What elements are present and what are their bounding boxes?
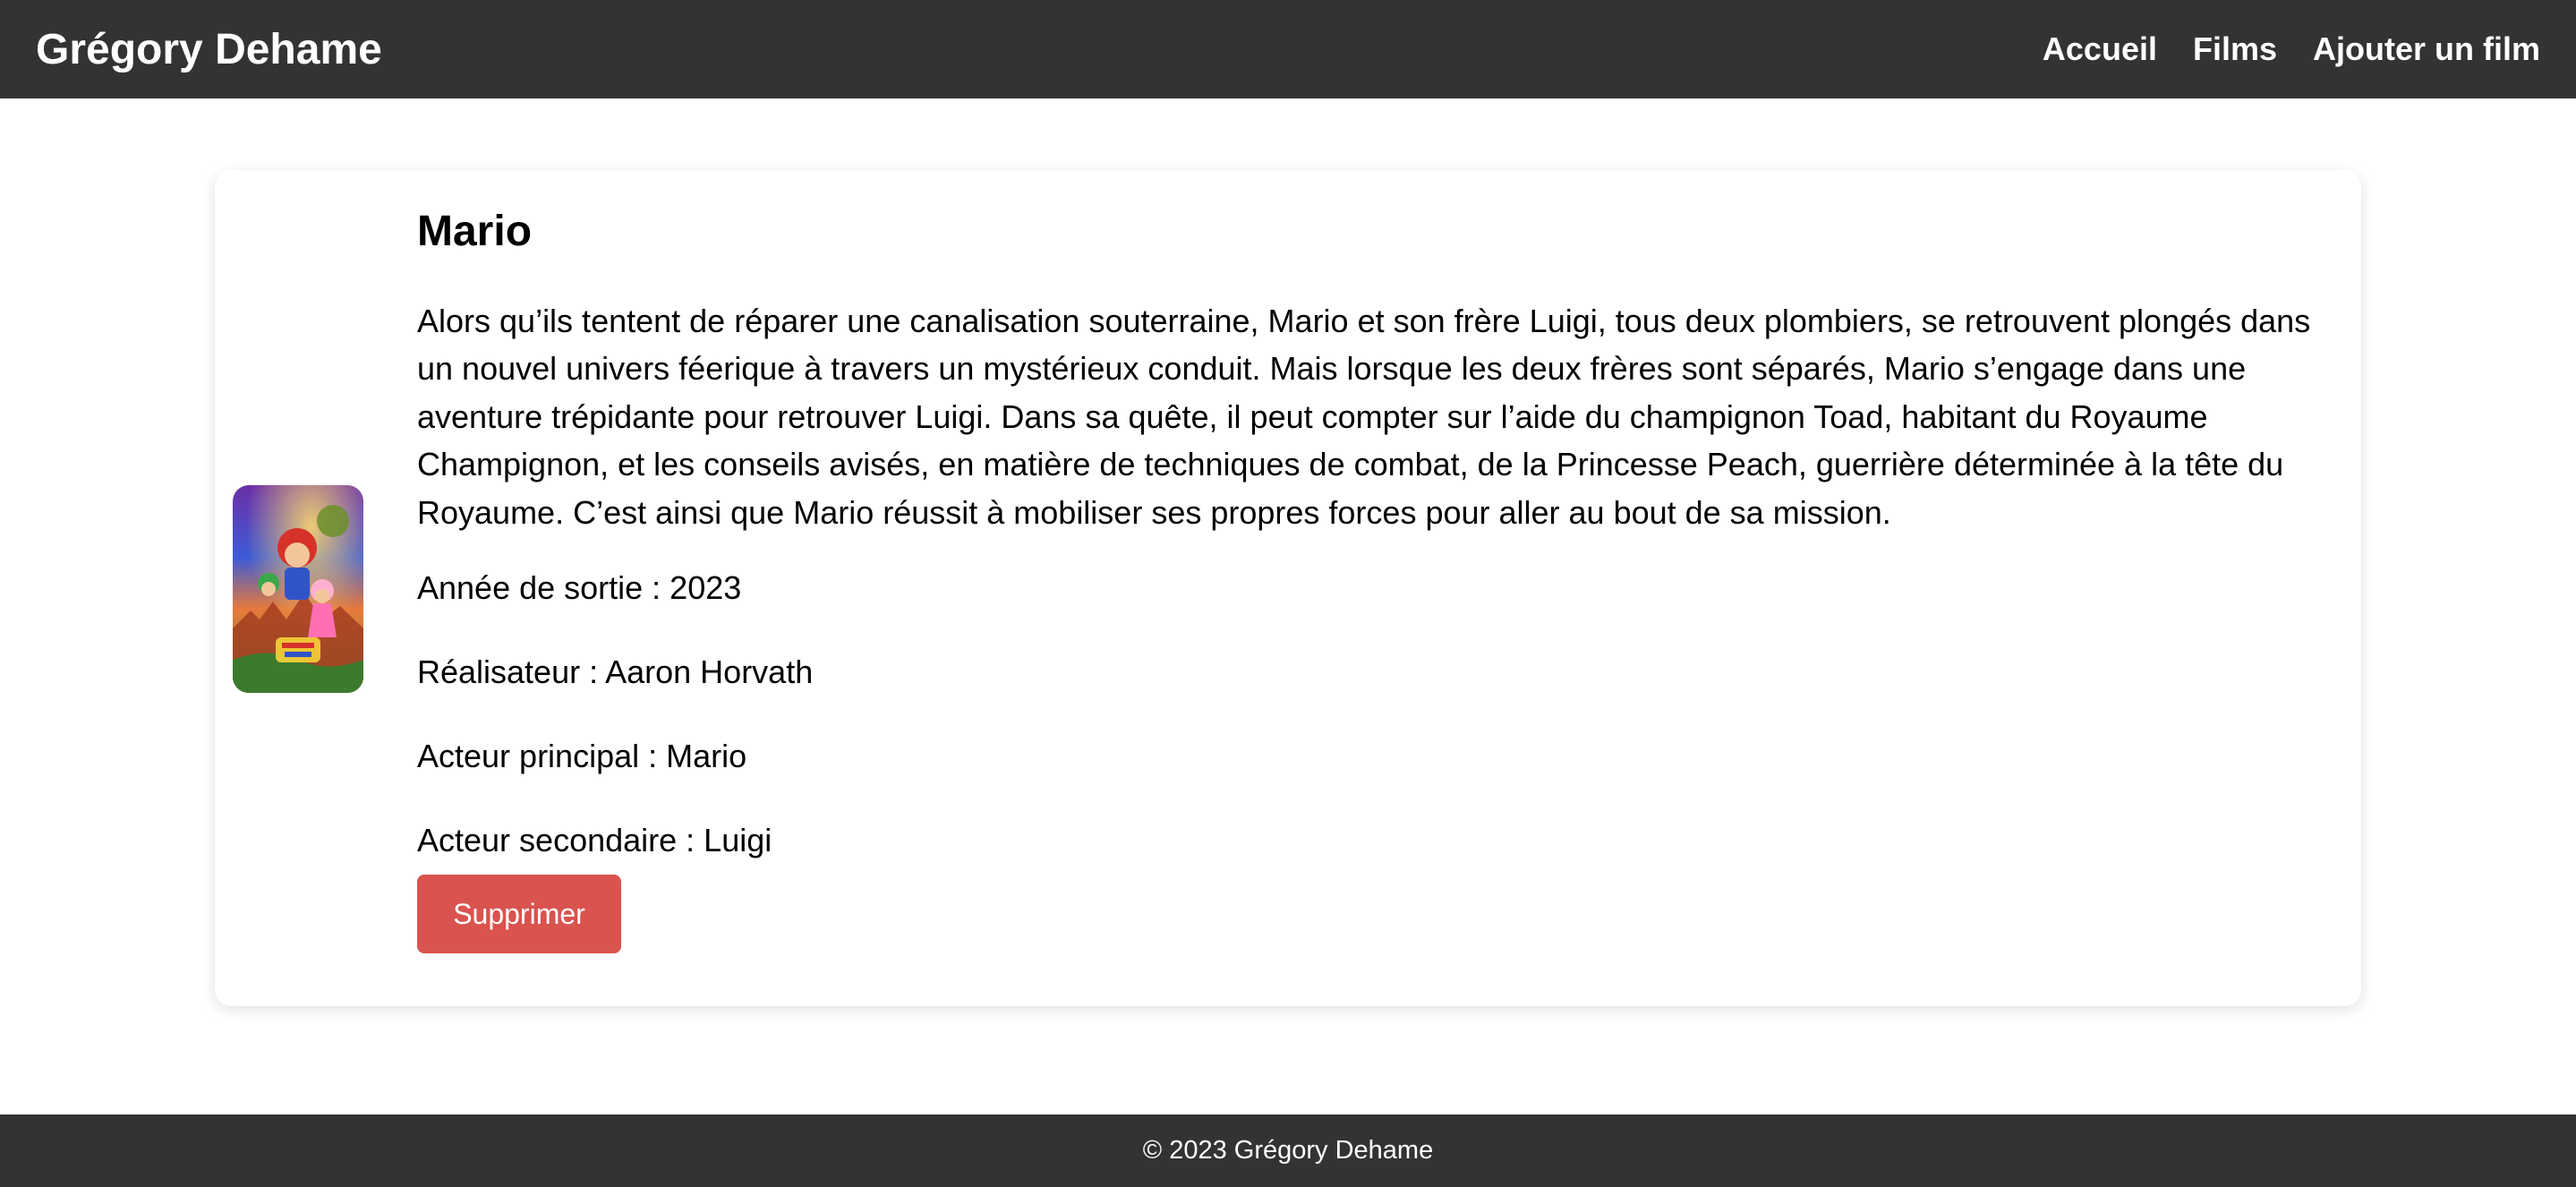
movie-card: Mario Alors qu’ils tentent de réparer un… [215,170,2361,1006]
movie-details: Mario Alors qu’ils tentent de réparer un… [417,206,2333,954]
movie-description: Alors qu’ils tentent de réparer une cana… [417,302,2311,531]
site-brand[interactable]: Grégory Dehame [36,25,382,74]
release-year: Année de sortie : 2023 [417,569,742,607]
nav-link-accueil[interactable]: Accueil [2043,30,2157,68]
main-actor: Acteur principal : Mario [417,738,747,775]
director: Réalisateur : Aaron Horvath [417,653,814,691]
delete-button[interactable]: Supprimer [417,875,621,954]
secondary-actor: Acteur secondaire : Luigi [417,822,772,859]
nav-link-add-film[interactable]: Ajouter un film [2313,30,2540,68]
nav-link-films[interactable]: Films [2193,30,2277,68]
movie-title: Mario [417,208,533,255]
main-nav: Accueil Films Ajouter un film [2043,30,2540,68]
site-header: Grégory Dehame Accueil Films Ajouter un … [0,0,2576,98]
footer-copyright: © 2023 Grégory Dehame [1142,1136,1434,1165]
movie-poster-image [233,485,363,693]
site-footer: © 2023 Grégory Dehame [0,1114,2576,1187]
